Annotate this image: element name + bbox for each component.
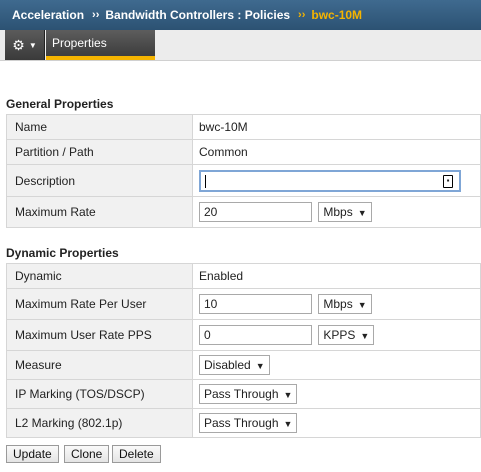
max-user-rate-pps-unit-value: KPPS	[323, 328, 356, 342]
max-user-rate-pps-cell: 0 KPPS ▼	[192, 319, 481, 351]
partition-label: Partition / Path	[6, 139, 193, 165]
ip-marking-value: Pass Through	[204, 387, 279, 401]
chevron-down-icon: ▼	[28, 40, 37, 50]
name-label: Name	[6, 114, 193, 140]
clone-button[interactable]: Clone	[64, 445, 110, 463]
max-user-rate-pps-input[interactable]: 0	[199, 325, 312, 345]
ip-marking-label: IP Marking (TOS/DSCP)	[6, 379, 193, 409]
ip-marking-cell: Pass Through ▼	[192, 379, 481, 409]
max-rate-per-user-unit-select[interactable]: Mbps ▼	[318, 294, 372, 314]
partition-value: Common	[192, 139, 481, 165]
measure-select[interactable]: Disabled ▼	[199, 355, 270, 375]
measure-cell: Disabled ▼	[192, 350, 481, 380]
general-properties-table: Name bwc-10M Partition / Path Common Des…	[6, 114, 481, 228]
chevron-down-icon: ▼	[283, 390, 293, 400]
breadcrumb-item-current: bwc-10M	[311, 8, 363, 22]
update-button[interactable]: Update	[6, 445, 59, 463]
chevron-down-icon: ▼	[255, 361, 265, 371]
name-value: bwc-10M	[192, 114, 481, 140]
max-rate-per-user-unit-value: Mbps	[323, 297, 353, 311]
max-rate-cell: 20 Mbps ▼	[192, 196, 481, 228]
breadcrumb-item-policies[interactable]: Bandwidth Controllers : Policies	[105, 8, 290, 22]
l2-marking-select[interactable]: Pass Through ▼	[199, 413, 298, 433]
max-rate-unit-select[interactable]: Mbps ▼	[318, 202, 372, 222]
description-label: Description	[6, 164, 193, 197]
gear-menu-button[interactable]: ⚙ ▼	[5, 30, 45, 60]
breadcrumb: Acceleration ›› Bandwidth Controllers : …	[0, 0, 481, 30]
breadcrumb-separator: ››	[92, 9, 100, 21]
dynamic-properties-table: Dynamic Enabled Maximum Rate Per User 10…	[6, 263, 481, 438]
l2-marking-label: L2 Marking (802.1p)	[6, 408, 193, 438]
max-rate-unit-value: Mbps	[323, 205, 353, 219]
expand-textarea-icon[interactable]: ▪	[443, 174, 453, 188]
max-rate-per-user-cell: 10 Mbps ▼	[192, 288, 481, 320]
chevron-down-icon: ▼	[360, 331, 370, 341]
ip-marking-select[interactable]: Pass Through ▼	[199, 384, 298, 404]
dynamic-label: Dynamic	[6, 263, 193, 289]
measure-label: Measure	[6, 350, 193, 380]
tab-bar: ⚙ ▼ Properties	[0, 30, 481, 61]
max-rate-label: Maximum Rate	[6, 196, 193, 228]
general-properties-title: General Properties	[6, 97, 114, 111]
max-rate-per-user-input[interactable]: 10	[199, 294, 312, 314]
text-cursor	[205, 174, 206, 188]
tab-properties[interactable]: Properties	[46, 30, 155, 60]
description-input[interactable]: ▪	[199, 169, 461, 192]
gear-icon: ⚙	[12, 36, 25, 53]
dynamic-properties-title: Dynamic Properties	[6, 246, 119, 260]
max-user-rate-pps-label: Maximum User Rate PPS	[6, 319, 193, 351]
chevron-down-icon: ▼	[283, 419, 293, 429]
delete-button[interactable]: Delete	[112, 445, 161, 463]
breadcrumb-separator: ››	[298, 9, 306, 21]
l2-marking-cell: Pass Through ▼	[192, 408, 481, 438]
l2-marking-value: Pass Through	[204, 416, 279, 430]
max-rate-per-user-label: Maximum Rate Per User	[6, 288, 193, 320]
chevron-down-icon: ▼	[357, 300, 367, 310]
description-cell: ▪	[192, 164, 481, 197]
dynamic-value: Enabled	[192, 263, 481, 289]
max-user-rate-pps-unit-select[interactable]: KPPS ▼	[318, 325, 375, 345]
measure-value: Disabled	[204, 358, 251, 372]
chevron-down-icon: ▼	[357, 208, 367, 218]
breadcrumb-item-acceleration[interactable]: Acceleration	[12, 8, 84, 22]
max-rate-input[interactable]: 20	[199, 202, 312, 222]
